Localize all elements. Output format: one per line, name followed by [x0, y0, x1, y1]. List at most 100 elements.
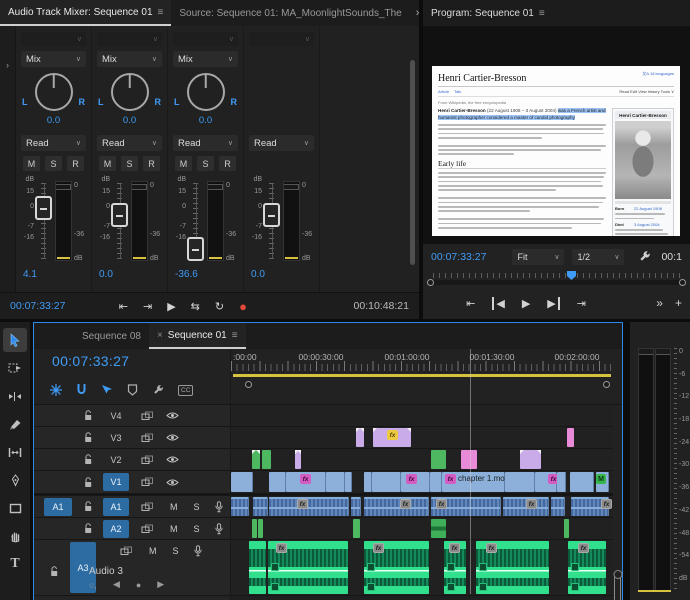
timeline-clip[interactable] [252, 519, 257, 538]
step-forward-button[interactable]: ▶ [547, 296, 560, 310]
timeline-clip[interactable] [557, 472, 566, 492]
mute-button[interactable]: M [175, 156, 192, 171]
keyframe-toggle-icon[interactable]: ○, [89, 580, 97, 590]
track-label-v2[interactable]: V2 [103, 451, 129, 469]
navigator-right-handle[interactable] [603, 381, 610, 388]
voiceover-record-mic-icon[interactable] [214, 500, 224, 513]
sync-lock-icon[interactable] [141, 411, 154, 421]
navigator-right-handle[interactable] [679, 279, 686, 286]
more-controls-icon[interactable]: » [656, 296, 663, 310]
snap-magnet-icon[interactable] [76, 384, 87, 396]
keyframe-dot-icon[interactable]: ● [136, 580, 141, 590]
playhead-marker[interactable] [567, 271, 576, 280]
timeline-clip[interactable]: fx [364, 497, 429, 516]
playhead-line[interactable] [470, 349, 471, 594]
timeline-clip[interactable] [430, 472, 442, 492]
tab-program[interactable]: Program: Sequence 01 ≡ [423, 0, 553, 26]
panel-menu-icon[interactable]: ≡ [158, 7, 164, 18]
timeline-clip[interactable] [258, 519, 263, 538]
timeline-clip[interactable]: fx [269, 497, 349, 516]
timeline-clip[interactable] [252, 450, 260, 469]
mixer-scrollbar[interactable] [410, 60, 415, 265]
record-button[interactable]: ● [239, 299, 247, 314]
channel-volume-value[interactable]: 4.1 [21, 265, 86, 284]
fx-badge[interactable]: fx [526, 499, 537, 509]
settings-wrench-icon[interactable] [638, 250, 651, 263]
source-patch-empty[interactable] [44, 429, 72, 447]
record-arm-button[interactable]: R [67, 156, 84, 171]
pen-tool[interactable] [3, 468, 27, 492]
go-to-in-button[interactable]: ⇤ [466, 297, 475, 310]
timeline-clip[interactable] [262, 450, 271, 469]
track-lock-icon[interactable] [84, 501, 93, 512]
timeline-clip[interactable] [253, 497, 268, 516]
add-marker-icon[interactable] [127, 384, 138, 396]
mute-button[interactable]: M [99, 156, 116, 171]
timeline-clip[interactable] [345, 472, 352, 492]
track-label-v1[interactable]: V1 [103, 473, 129, 491]
automation-mode-select[interactable]: Read ∨ [173, 135, 238, 151]
channel-volume-value[interactable]: 0.0 [249, 265, 314, 284]
timeline-clip[interactable] [351, 497, 361, 516]
fx-badge[interactable]: fx [486, 543, 497, 553]
automation-mode-select[interactable]: Read ∨ [97, 135, 162, 151]
timeline-ruler[interactable]: :00:00 00:00:30:00 00:01:00:00 00:01:30:00 0… [231, 349, 622, 594]
track-lock-icon[interactable] [84, 410, 93, 421]
track-label-v3[interactable]: V3 [103, 429, 129, 447]
timeline-clip[interactable] [231, 497, 249, 516]
fader-handle[interactable] [262, 203, 280, 228]
track-select-forward-tool[interactable] [3, 356, 27, 380]
tab-overflow-icon[interactable]: » [410, 7, 419, 19]
channel-volume-value[interactable]: 0.0 [97, 265, 162, 284]
timeline-clip[interactable] [567, 428, 574, 447]
tab-audio-track-mixer[interactable]: Audio Track Mixer: Sequence 01 ≡ [0, 0, 172, 26]
sync-lock-icon[interactable] [141, 502, 154, 512]
solo-button[interactable]: S [121, 156, 138, 171]
effects-slot-dropdown[interactable]: ∨ [249, 32, 314, 46]
playback-resolution-select[interactable]: 1/2 ∨ [572, 248, 625, 265]
timeline-clip[interactable] [364, 472, 372, 492]
track-label-a2[interactable]: A2 [103, 519, 129, 538]
solo-button[interactable]: S [194, 524, 200, 534]
source-patch-a1[interactable]: A1 [44, 497, 72, 516]
timeline-clip[interactable]: fx [286, 472, 326, 492]
timeline-clip[interactable] [356, 428, 364, 447]
fader-handle[interactable] [186, 237, 204, 262]
pan-value[interactable]: 0.0 [97, 115, 162, 126]
timeline-clip[interactable] [231, 472, 253, 492]
tab-source-monitor[interactable]: Source: Sequence 01: MA_MoonlightSounds_… [171, 0, 409, 26]
go-to-out-button[interactable]: ⇥ [143, 300, 152, 313]
next-keyframe-icon[interactable]: ▶ [157, 579, 164, 590]
timeline-clip[interactable]: fx [571, 497, 612, 516]
fader-handle[interactable] [110, 203, 128, 228]
track-lock-icon[interactable] [84, 454, 93, 465]
timeline-clip[interactable]: fx [364, 541, 429, 594]
navigator-left-handle[interactable] [245, 381, 252, 388]
fx-badge[interactable]: fx [400, 499, 411, 509]
play-in-to-out-button[interactable]: ⇆ [191, 300, 200, 313]
channel-volume-value[interactable]: -36.6 [173, 265, 238, 284]
timeline-clip[interactable]: fx [373, 428, 411, 447]
voiceover-record-mic-icon[interactable] [193, 545, 203, 557]
timeline-clip[interactable] [326, 472, 345, 492]
timeline-settings-wrench-icon[interactable] [152, 384, 164, 396]
timeline-clip[interactable] [372, 472, 401, 492]
fx-badge[interactable]: fx [436, 499, 447, 509]
timeline-clip[interactable]: fx [444, 541, 466, 594]
source-patch-a2[interactable] [44, 520, 72, 538]
hand-tool[interactable] [3, 524, 27, 548]
timeline-timecode[interactable]: 00:07:33:27 [52, 353, 129, 369]
effects-slot-dropdown[interactable]: ∨ [21, 32, 86, 46]
fx-badge[interactable]: fx [373, 543, 384, 553]
fx-badge[interactable]: fx [387, 430, 398, 440]
slip-tool[interactable] [3, 440, 27, 464]
fx-badge[interactable]: fx [300, 474, 311, 484]
solo-button[interactable]: S [173, 546, 179, 556]
sync-lock-icon[interactable] [141, 433, 154, 443]
play-button[interactable]: ▶ [522, 297, 530, 310]
sync-lock-icon[interactable] [120, 546, 133, 556]
timeline-clip[interactable]: fx [401, 472, 430, 492]
panel-menu-icon[interactable]: ≡ [539, 8, 545, 19]
record-arm-button[interactable]: R [143, 156, 160, 171]
panel-menu-icon[interactable]: ≡ [232, 330, 238, 341]
